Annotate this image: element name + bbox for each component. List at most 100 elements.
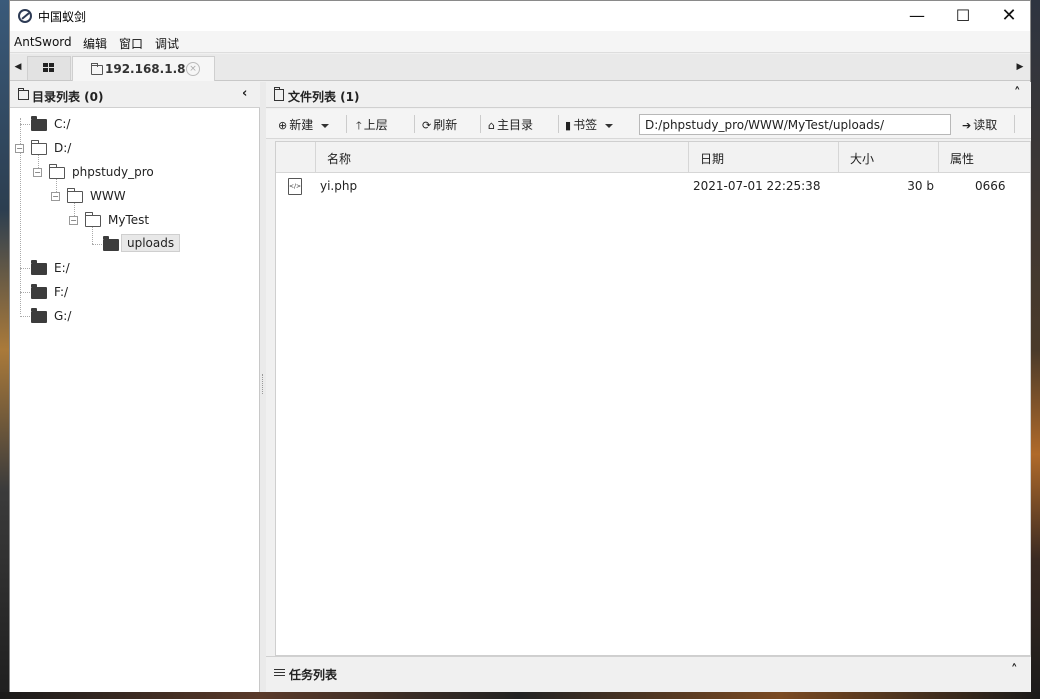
file-name: yi.php [320,179,358,193]
tree-node-label: E:/ [54,261,70,275]
tree-node-d-drive[interactable]: − D:/ [10,138,250,158]
tree-node-label: G:/ [54,309,72,323]
file-panel-title: 文件列表 (1) [288,90,360,104]
column-perm-label: 属性 [950,152,975,166]
tree-node-c-drive[interactable]: C:/ [10,114,250,134]
up-button-label: 上层 [363,118,388,132]
menu-antsword[interactable]: AntSword [14,35,72,49]
tab-close-button[interactable]: × [186,62,200,76]
menu-window[interactable]: 窗口 [119,35,143,52]
new-button[interactable]: ⊕ 新建 [278,116,330,134]
tree-node-label: WWW [90,189,126,203]
desktop-background-bottom [0,692,1040,699]
column-name-header[interactable]: 名称 [316,142,689,173]
collapse-left-button[interactable]: ‹ [242,86,247,101]
folder-closed-icon [31,308,47,323]
home-button[interactable]: ⌂ 主目录 [488,116,533,134]
arrow-up-icon: 🡑 [356,119,362,132]
tree-node-label: C:/ [54,117,71,131]
bookmark-button-label: 书签 [573,118,598,132]
grid-icon [43,63,55,73]
minimize-button[interactable]: — [894,1,940,31]
column-perm-header[interactable]: 属性 [939,142,1030,173]
chevron-down-icon [605,123,614,128]
folder-closed-icon [103,236,119,251]
tab-bar: ◀ 192.168.1.8 × ▶ [10,54,1030,81]
file-outline-icon [274,87,284,101]
tree-node-label: F:/ [54,285,69,299]
up-button[interactable]: 🡑 上层 [356,116,388,134]
folder-outline-icon [18,88,29,100]
antsword-logo-icon [18,9,32,23]
tab-home[interactable] [27,56,71,80]
folder-closed-icon [31,260,47,275]
directory-panel-header: 目录列表 (0) ‹ [10,82,260,108]
file-grid-header: 名称 日期 大小 属性 [276,142,1030,173]
task-panel: 任务列表 ˄ [266,656,1031,692]
folder-open-icon [49,164,65,179]
tree-expander-minus[interactable]: − [69,216,78,225]
desktop-background-right [1031,0,1040,699]
folder-closed-icon [31,116,47,131]
folder-open-icon [31,140,47,155]
bookmark-button[interactable]: ▮ 书签 [565,116,614,134]
directory-panel: 目录列表 (0) ‹ C:/ − D:/ − phpstudy_pro − WW… [10,82,260,692]
toolbar-divider [480,115,481,133]
splitter-grip [262,374,264,394]
tree-node-phpstudy-pro[interactable]: − phpstudy_pro [10,162,250,182]
tree-expander-minus[interactable]: − [15,144,24,153]
refresh-icon: ⟳ [422,119,432,132]
tree-node-uploads[interactable]: uploads [10,234,250,254]
read-button-label: 读取 [973,118,998,132]
tree-node-label: D:/ [54,141,72,155]
home-button-label: 主目录 [496,118,533,132]
tree-expander-minus[interactable]: − [51,192,60,201]
tree-node-e-drive[interactable]: E:/ [10,258,250,278]
tab-scroll-left-button[interactable]: ◀ [12,59,24,76]
menu-bar: AntSword 编辑 窗口 调试 [10,31,1030,53]
collapse-file-panel-button[interactable]: ˄ [1014,86,1021,101]
file-size: 30 b [907,179,934,193]
file-grid: 名称 日期 大小 属性 yi.php 2021-07-01 22:25:38 3… [275,141,1031,656]
directory-panel-title: 目录列表 (0) [32,90,104,104]
directory-tree: C:/ − D:/ − phpstudy_pro − WWW − MyTest … [10,108,260,692]
menu-edit[interactable]: 编辑 [83,35,107,52]
column-size-header[interactable]: 大小 [839,142,939,173]
toolbar-divider [558,115,559,133]
tree-node-f-drive[interactable]: F:/ [10,282,250,302]
list-icon [274,669,285,678]
column-date-header[interactable]: 日期 [689,142,839,173]
refresh-button[interactable]: ⟳ 刷新 [422,116,457,134]
file-panel-header: 文件列表 (1) ˄ [266,82,1031,108]
tab-connection[interactable]: 192.168.1.8 × [72,56,215,81]
tab-scroll-right-button[interactable]: ▶ [1014,59,1026,76]
toolbar-divider [346,115,347,133]
tree-node-www[interactable]: − WWW [10,186,250,206]
file-date: 2021-07-01 22:25:38 [693,179,821,193]
maximize-button[interactable]: ☐ [940,1,986,31]
read-button[interactable]: ➔ 读取 [962,116,997,134]
close-button[interactable]: ✕ [986,1,1032,31]
tree-node-label: phpstudy_pro [72,165,154,179]
tree-expander-minus[interactable]: − [33,168,42,177]
tree-node-mytest[interactable]: − MyTest [10,210,250,230]
folder-open-icon [67,188,83,203]
column-icon-header [276,142,316,173]
php-file-icon [288,178,302,195]
tree-node-g-drive[interactable]: G:/ [10,306,250,326]
menu-debug[interactable]: 调试 [155,35,179,52]
expand-task-panel-button[interactable]: ˄ [1011,663,1018,678]
title-bar[interactable]: 中国蚁剑 — ☐ ✕ [10,1,1030,31]
new-button-label: 新建 [289,118,314,132]
desktop-background-left [0,0,9,699]
bookmark-icon: ▮ [565,119,572,132]
refresh-button-label: 刷新 [433,118,458,132]
plus-circle-icon: ⊕ [278,119,288,132]
tree-node-label: MyTest [108,213,150,227]
table-row[interactable]: yi.php 2021-07-01 22:25:38 30 b 0666 [276,173,1030,201]
path-input[interactable] [639,114,951,135]
toolbar-divider [1014,115,1015,133]
home-icon: ⌂ [488,119,495,132]
folder-closed-icon [31,284,47,299]
file-perm: 0666 [975,179,1006,193]
